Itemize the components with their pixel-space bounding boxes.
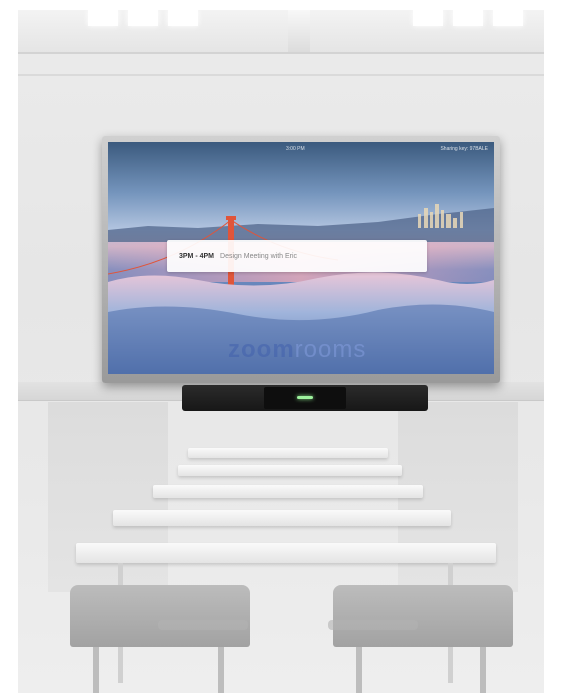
display-monitor: 3:00 PM Sharing key: 97BALE 3PM - 4PM De…	[102, 136, 500, 383]
soundbar	[182, 385, 428, 411]
screen-clock: 3:00 PM	[286, 146, 305, 152]
meeting-card: 3PM - 4PM Design Meeting with Eric	[167, 240, 427, 272]
classroom-scene: 3:00 PM Sharing key: 97BALE 3PM - 4PM De…	[18, 10, 544, 693]
ceiling-light	[128, 10, 158, 26]
camera-unit	[264, 387, 346, 409]
desk	[113, 510, 451, 526]
chair-back	[70, 585, 250, 647]
ceiling-light	[493, 10, 523, 26]
ceiling-light	[168, 10, 198, 26]
desk	[178, 465, 402, 476]
wall-panel	[48, 402, 168, 592]
meeting-title: Design Meeting with Eric	[220, 252, 298, 260]
ceiling-beam	[288, 10, 310, 52]
desk	[188, 448, 388, 458]
display-screen: 3:00 PM Sharing key: 97BALE 3PM - 4PM De…	[108, 142, 494, 374]
chair-leg	[93, 647, 99, 693]
ceiling-light	[88, 10, 118, 26]
wall-molding	[18, 74, 544, 76]
desk	[153, 485, 423, 498]
screen-sharing-key: Sharing key: 97BALE	[440, 146, 488, 152]
ceiling	[18, 10, 544, 52]
meeting-time: 3PM - 4PM	[179, 252, 215, 260]
camera-indicator-light	[297, 396, 313, 399]
chair-back	[333, 585, 513, 647]
chair-leg	[218, 647, 224, 693]
wall-molding	[18, 52, 544, 54]
chair-leg	[480, 647, 486, 693]
brand-name-bold: zoom	[228, 336, 295, 363]
brand-name-light: rooms	[294, 336, 367, 363]
chair-leg	[356, 647, 362, 693]
ceiling-light	[453, 10, 483, 26]
desk	[76, 543, 496, 563]
chair-seat	[328, 620, 418, 630]
ceiling-light	[413, 10, 443, 26]
chair-seat	[158, 620, 248, 630]
zoom-rooms-logo: zoomrooms	[228, 336, 366, 364]
